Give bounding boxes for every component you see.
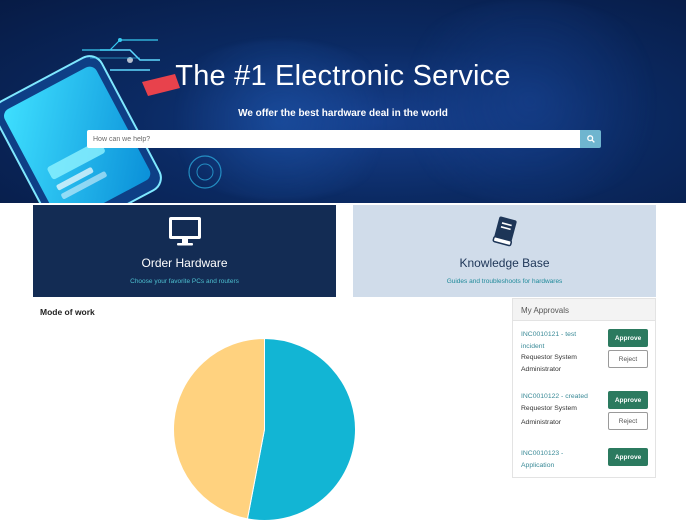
approval-link[interactable]: INC0010123 -: [521, 448, 603, 460]
mode-of-work-pie-chart: [173, 338, 356, 521]
approval-requestor: Requestor System: [521, 404, 577, 412]
approval-requestor: Administrator: [521, 365, 562, 373]
pie-slice-1: [173, 338, 265, 520]
approval-link[interactable]: INC0010121 - test: [521, 329, 603, 341]
search-icon: [586, 135, 595, 143]
decor-circuit: [82, 38, 158, 59]
decor-rings: [188, 155, 222, 189]
reject-button[interactable]: Reject: [608, 412, 648, 430]
approval-requestor: Administrator: [521, 419, 562, 426]
approve-button[interactable]: Approve: [608, 391, 648, 409]
tile-title: Knowledge Base: [459, 256, 550, 270]
hero-subtitle: We offer the best hardware deal in the w…: [238, 108, 448, 119]
approval-link[interactable]: Application: [521, 460, 603, 472]
approve-button[interactable]: Approve: [608, 329, 648, 347]
hero-title: The #1 Electronic Service: [175, 60, 511, 92]
approval-link[interactable]: incident: [521, 341, 603, 353]
approve-button[interactable]: Approve: [608, 448, 648, 466]
hero-banner: The #1 Electronic Service We offer the b…: [0, 0, 686, 203]
approval-requestor: Requestor System: [521, 354, 577, 361]
my-approvals-panel: My Approvals INC0010121 - test incident …: [512, 298, 656, 478]
search-button[interactable]: [580, 130, 601, 148]
approval-link[interactable]: INC0010122 - created: [521, 391, 603, 403]
tile-order-hardware[interactable]: Order Hardware Choose your favorite PCs …: [33, 205, 336, 297]
book-icon: [492, 216, 517, 247]
reject-button[interactable]: Reject: [608, 350, 648, 368]
tile-knowledge-base[interactable]: Knowledge Base Guides and troubleshoots …: [353, 205, 656, 297]
monitor-icon: [168, 217, 201, 246]
mode-of-work-title: Mode of work: [40, 307, 95, 317]
search-input[interactable]: [87, 130, 580, 148]
approvals-header: My Approvals: [513, 299, 655, 321]
tile-description: Choose your favorite PCs and routers: [130, 278, 239, 285]
tile-title: Order Hardware: [141, 256, 228, 270]
search-bar: [87, 130, 601, 148]
tile-description: Guides and troubleshoots for hardwares: [446, 278, 563, 285]
